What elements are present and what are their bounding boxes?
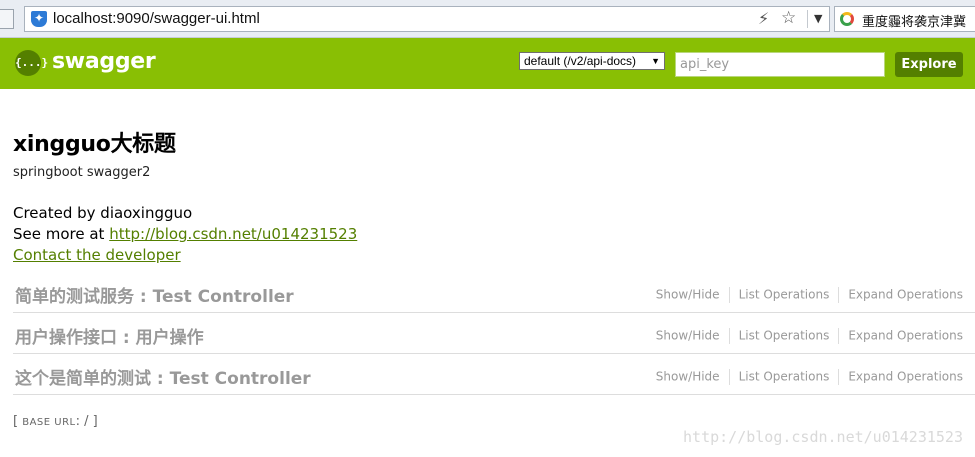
contact-developer-link[interactable]: Contact the developer <box>13 246 181 264</box>
api-key-input[interactable]: api_key <box>675 52 885 77</box>
resource-user-operations: 用户操作接口 : 用户操作 Show/Hide List Operations Ex… <box>13 313 975 354</box>
list-operations-link[interactable]: List Operations <box>739 288 830 302</box>
see-more-prefix: See more at <box>13 225 110 243</box>
base-url: [ BASE URL: / ] <box>13 414 98 429</box>
search-text[interactable]: 重度霾将袭京津冀 <box>862 11 966 30</box>
list-operations-link[interactable]: List Operations <box>739 329 830 343</box>
created-by: Created by diaoxingguo <box>13 204 193 222</box>
ops-separator <box>838 287 840 303</box>
base-url-label: BASE URL <box>22 417 76 428</box>
resource-ops: Show/Hide List Operations Expand Operation… <box>656 328 963 344</box>
show-hide-link[interactable]: Show/Hide <box>656 288 720 302</box>
base-url-value: / <box>84 414 89 429</box>
resource-name[interactable]: 用户操作接口 : 用户操作 <box>15 323 204 348</box>
ops-separator <box>838 328 840 344</box>
ops-separator <box>728 287 730 303</box>
spec-select[interactable]: default (/v2/api-docs) ▼ <box>519 52 665 70</box>
swagger-header: {...} swagger default (/v2/api-docs) ▼ a… <box>0 38 975 89</box>
base-url-open: [ <box>13 414 19 429</box>
watermark: http://blog.csdn.net/u014231523 <box>683 428 963 446</box>
see-more-link[interactable]: http://blog.csdn.net/u014231523 <box>109 225 357 243</box>
api-description: springboot swagger2 <box>13 165 151 180</box>
api-title: xingguo大标题 <box>13 132 176 157</box>
ops-separator <box>728 328 730 344</box>
base-url-colon: : <box>75 414 80 429</box>
list-operations-link[interactable]: List Operations <box>739 370 830 384</box>
base-url-close: ] <box>92 414 98 429</box>
show-hide-link[interactable]: Show/Hide <box>656 370 720 384</box>
show-hide-link[interactable]: Show/Hide <box>656 329 720 343</box>
history-dropdown-icon[interactable]: ▼ <box>814 12 822 25</box>
search-engine-icon[interactable] <box>840 12 854 26</box>
expand-operations-link[interactable]: Expand Operations <box>848 288 963 302</box>
explore-button[interactable]: Explore <box>895 52 963 77</box>
bookmark-star-icon[interactable]: ☆ <box>781 8 796 28</box>
swagger-logo-icon[interactable]: {...} <box>15 50 48 76</box>
sidebar-toggle[interactable] <box>0 9 14 29</box>
spec-select-value: default (/v2/api-docs) <box>524 54 637 68</box>
resource-test-controller: 简单的测试服务 : Test Controller Show/Hide List … <box>13 272 975 313</box>
address-divider <box>807 10 808 28</box>
ops-separator <box>838 369 840 385</box>
resource-name[interactable]: 简单的测试服务 : Test Controller <box>15 282 294 307</box>
see-more: See more at http://blog.csdn.net/u014231… <box>13 225 357 243</box>
resource-ops: Show/Hide List Operations Expand Operation… <box>656 369 963 385</box>
resource-ops: Show/Hide List Operations Expand Operation… <box>656 287 963 303</box>
swagger-brand[interactable]: swagger <box>52 49 156 74</box>
address-url[interactable]: localhost:9090/swagger-ui.html <box>53 10 260 27</box>
lightning-icon[interactable]: ⚡ <box>758 9 769 28</box>
ops-separator <box>728 369 730 385</box>
expand-operations-link[interactable]: Expand Operations <box>848 370 963 384</box>
shield-icon: ✦ <box>31 11 47 27</box>
expand-operations-link[interactable]: Expand Operations <box>848 329 963 343</box>
chevron-down-icon: ▼ <box>651 56 660 66</box>
address-bar[interactable]: ✦ localhost:9090/swagger-ui.html ⚡ ☆ ▼ <box>24 6 830 32</box>
browser-toolbar: ✦ localhost:9090/swagger-ui.html ⚡ ☆ ▼ 重… <box>0 0 975 38</box>
resource-simple-test: 这个是简单的测试 : Test Controller Show/Hide List… <box>13 354 975 395</box>
search-bar[interactable]: 重度霾将袭京津冀 <box>834 6 975 32</box>
resource-name[interactable]: 这个是简单的测试 : Test Controller <box>15 364 311 389</box>
